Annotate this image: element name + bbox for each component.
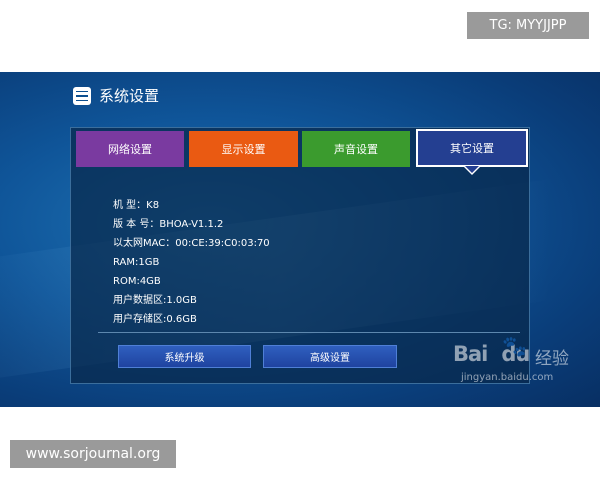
device-info-list: 机 型：K8 版 本 号：BHOA-V1.1.2 以太网MAC：00:CE:39… bbox=[113, 196, 270, 329]
watermark-tag: TG: MYYJJPP bbox=[467, 12, 589, 39]
system-upgrade-button[interactable]: 系统升级 bbox=[118, 345, 251, 368]
info-model: 机 型：K8 bbox=[113, 200, 160, 211]
info-rom: ROM:4GB bbox=[113, 276, 161, 287]
page-title: 系统设置 bbox=[99, 87, 160, 105]
info-version: 版 本 号：BHOA-V1.1.2 bbox=[113, 219, 224, 230]
tab-other-settings[interactable]: 其它设置 bbox=[416, 129, 528, 167]
tab-sound-settings[interactable]: 声音设置 bbox=[302, 131, 410, 167]
tab-display-settings[interactable]: 显示设置 bbox=[189, 131, 298, 167]
info-ethernet-mac: 以太网MAC：00:CE:39:C0:03:70 bbox=[113, 238, 270, 249]
baidu-watermark: Bai du 🐾 经验 jingyan.baidu.com bbox=[447, 332, 597, 402]
baidu-logo-bai: Bai bbox=[453, 342, 488, 366]
info-user-data: 用户数据区:1.0GB bbox=[113, 295, 197, 306]
info-user-storage: 用户存储区:0.6GB bbox=[113, 314, 197, 325]
info-ram: RAM:1GB bbox=[113, 257, 160, 268]
selected-tab-pointer-fill bbox=[465, 166, 479, 173]
baidu-url-text: jingyan.baidu.com bbox=[461, 372, 554, 383]
paw-icon: 🐾 bbox=[502, 334, 527, 358]
tab-network-settings[interactable]: 网络设置 bbox=[76, 131, 184, 167]
tv-settings-screen: 系统设置 网络设置 显示设置 声音设置 其它设置 机 型：K8 版 本 号：BH… bbox=[0, 72, 600, 407]
settings-sliders-icon bbox=[73, 87, 91, 105]
watermark-site: www.sorjournal.org bbox=[10, 440, 176, 468]
advanced-settings-button[interactable]: 高级设置 bbox=[263, 345, 397, 368]
baidu-jingyan-text: 经验 bbox=[535, 349, 569, 369]
